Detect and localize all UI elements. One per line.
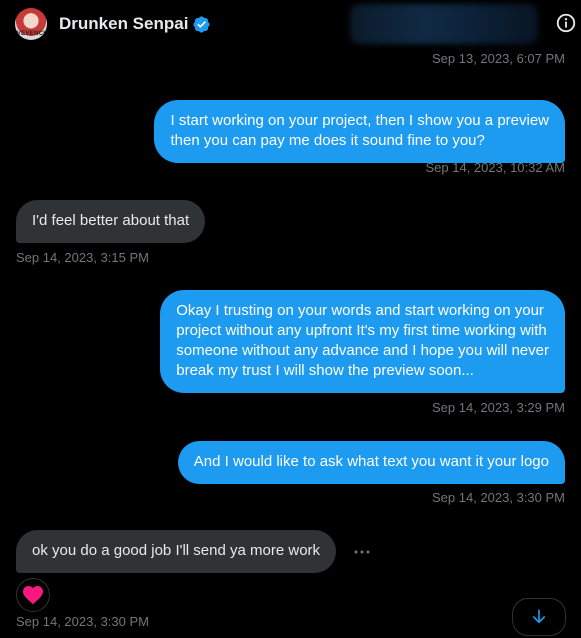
more-horizontal-icon[interactable]: [353, 545, 371, 559]
avatar-text: VEVENCI: [16, 31, 46, 37]
outgoing-message[interactable]: Okay I trusting on your words and start …: [160, 290, 565, 393]
redacted-area: [350, 4, 538, 44]
outgoing-message[interactable]: And I would like to ask what text you wa…: [177, 441, 565, 484]
heart-icon: [23, 586, 43, 605]
outgoing-message[interactable]: I start working on your project, then I …: [154, 100, 565, 163]
message-line: then you can pay me does it sound fine t…: [170, 132, 485, 149]
message-timestamp: Sep 14, 2023, 10:32 AM: [425, 160, 566, 175]
message-line: break my trust I will show the preview s…: [176, 362, 474, 379]
reaction-badge[interactable]: [16, 578, 50, 612]
arrow-down-icon: [532, 609, 546, 624]
verified-badge-icon: [193, 15, 211, 33]
scroll-down-button[interactable]: [512, 598, 566, 636]
message-line: I'd feel better about that: [32, 212, 190, 229]
message-timestamp: Sep 13, 2023, 6:07 PM: [432, 51, 565, 66]
message-line: ok you do a good job I'll send ya more w…: [32, 542, 321, 559]
message-timestamp: Sep 14, 2023, 3:15 PM: [16, 250, 149, 265]
message-line: I start working on your project, then I …: [170, 112, 549, 129]
message-line: And I would like to ask what text you wa…: [193, 453, 549, 470]
message-timestamp: Sep 14, 2023, 3:29 PM: [432, 400, 565, 415]
message-line: project without any upfront It's my firs…: [176, 322, 547, 339]
incoming-message[interactable]: I'd feel better about that: [16, 200, 206, 243]
message-timestamp: Sep 14, 2023, 3:30 PM: [432, 490, 565, 505]
incoming-message[interactable]: ok you do a good job I'll send ya more w…: [16, 530, 337, 573]
avatar[interactable]: VEVENCI: [15, 8, 47, 40]
message-line: someone without any advance and I hope y…: [176, 342, 549, 359]
conversation-header: VEVENCI Drunken Senpai: [0, 0, 581, 48]
message-timestamp: Sep 14, 2023, 3:30 PM: [16, 614, 149, 629]
info-icon[interactable]: [555, 12, 577, 34]
contact-name[interactable]: Drunken Senpai: [59, 14, 188, 34]
message-line: Okay I trusting on your words and start …: [176, 302, 544, 319]
